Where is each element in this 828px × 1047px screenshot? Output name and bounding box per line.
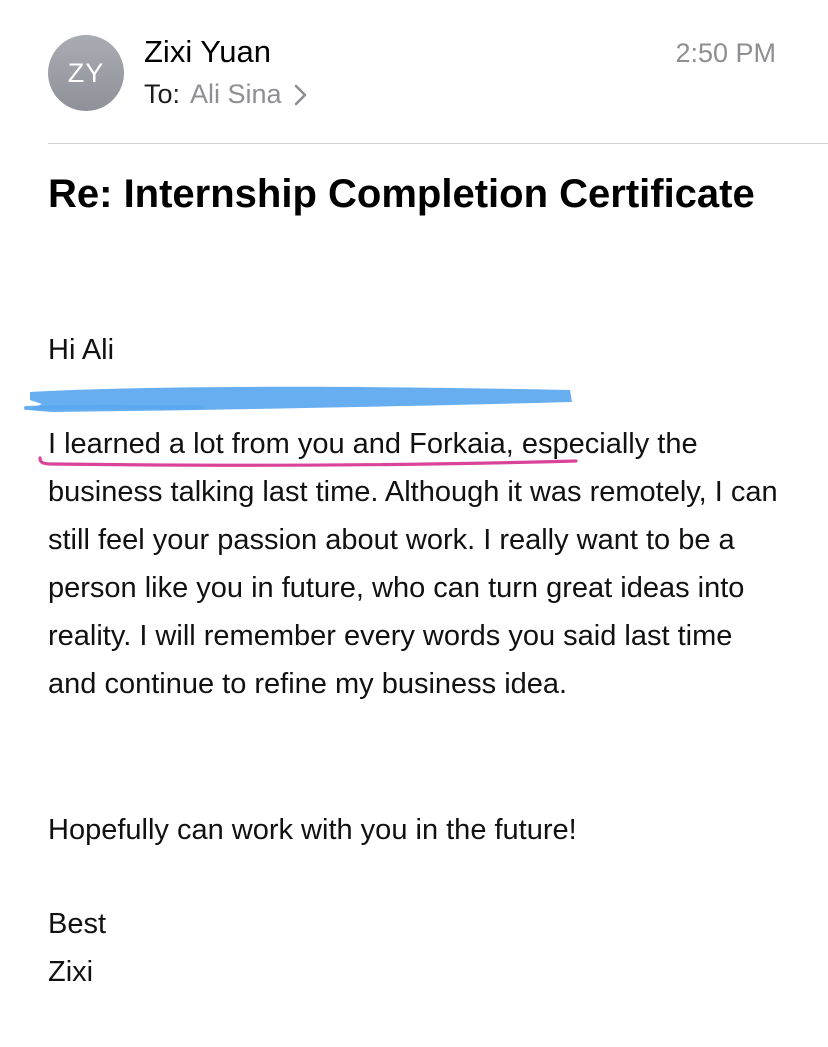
sender-name[interactable]: Zixi Yuan bbox=[144, 34, 271, 70]
recipient-name[interactable]: Ali Sina bbox=[190, 79, 282, 110]
email-closing-line: Hopefully can work with you in the futur… bbox=[48, 814, 577, 846]
timestamp: 2:50 PM bbox=[675, 38, 776, 68]
message-header: ZY Zixi Yuan To: Ali Sina 2:50 PM bbox=[0, 0, 828, 144]
pink-underline-annotation bbox=[38, 456, 578, 467]
chevron-right-icon[interactable] bbox=[290, 82, 312, 108]
to-label: To: bbox=[144, 79, 181, 109]
redaction-marker-stroke bbox=[24, 386, 572, 412]
email-detail-view: ZY Zixi Yuan To: Ali Sina 2:50 PM Re: In… bbox=[0, 0, 828, 1047]
email-subject: Re: Internship Completion Certificate bbox=[48, 172, 755, 216]
avatar-initials: ZY bbox=[67, 57, 105, 88]
email-greeting: Hi Ali bbox=[48, 334, 115, 366]
email-signature: Zixi bbox=[48, 956, 94, 988]
avatar[interactable]: ZY bbox=[48, 35, 124, 111]
header-divider bbox=[48, 143, 828, 144]
recipient-line[interactable]: To: Ali Sina bbox=[144, 79, 312, 110]
email-signoff: Best bbox=[48, 908, 107, 940]
